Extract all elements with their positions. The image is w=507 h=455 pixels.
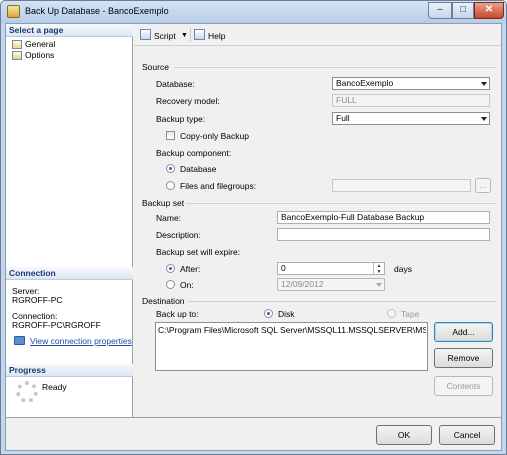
backup-component-label: Backup component: [156,148,232,158]
source-section-heading: Source [142,62,169,72]
expire-label: Backup set will expire: [156,247,241,257]
files-browse-button[interactable]: ... [475,178,491,193]
expire-after-radio[interactable] [166,264,175,273]
calendar-dropdown-icon [376,283,382,287]
window-title: Back Up Database - BancoExemplo [25,6,169,16]
script-icon[interactable] [140,29,151,40]
backup-database-window: Back Up Database - BancoExemplo – □ ✕ Se… [0,0,507,455]
database-select[interactable]: BancoExemplo [332,77,490,90]
tape-radio [387,309,396,318]
minimize-button[interactable]: – [428,2,452,19]
cancel-button[interactable]: Cancel [439,425,495,445]
backup-type-label: Backup type: [156,114,206,124]
expire-date-value: 12/09/2012 [281,279,324,289]
page-label: General [25,39,56,49]
backup-type-select[interactable]: Full [332,112,490,125]
copy-only-checkbox[interactable] [166,131,175,140]
view-connection-properties-link[interactable]: View connection properties [30,336,132,346]
progress-status: Ready [42,382,67,392]
after-days-stepper[interactable]: 0 ▲ ▼ [277,262,385,275]
chevron-down-icon [481,117,487,121]
destination-section-heading: Destination [142,296,185,306]
server-value: RGROFF-PC [12,295,63,305]
close-button[interactable]: ✕ [474,2,504,19]
add-destination-button[interactable]: Add... [434,322,493,342]
filegroups-field [332,179,471,192]
description-field[interactable] [277,228,490,241]
source-divider [174,67,496,68]
component-database-radio[interactable] [166,164,175,173]
help-icon[interactable] [194,29,205,40]
backup-name-field[interactable]: BancoExemplo-Full Database Backup [277,211,490,224]
progress-heading: Progress [6,364,133,377]
toolbar: Script ▼ Help [134,24,501,46]
page-item-options[interactable]: Options [12,50,54,61]
backup-type-value: Full [336,113,350,123]
progress-spinner-icon [16,381,38,403]
name-label: Name: [156,213,182,223]
expire-on-radio[interactable] [166,280,175,289]
destination-list-item[interactable]: C:\Program Files\Microsoft SQL Server\MS… [158,325,426,335]
page-label: Options [25,50,55,60]
database-label: Database: [156,79,195,89]
ok-button[interactable]: OK [376,425,432,445]
page-item-general[interactable]: General [12,39,55,50]
recovery-model-field: FULL [332,94,490,107]
help-button[interactable]: Help [208,31,225,41]
copy-only-label: Copy-only Backup [180,131,249,141]
disk-radio[interactable] [264,309,273,318]
left-pane: Select a page General Options Connection… [6,24,133,417]
toolbar-separator [190,28,191,42]
after-days-value: 0 [281,263,286,273]
script-dropdown-arrow-icon[interactable]: ▼ [181,32,188,39]
dialog-body: Select a page General Options Connection… [5,23,502,451]
description-label: Description: [156,230,201,240]
days-label: days [394,264,412,274]
page-icon [12,40,22,49]
component-files-label: Files and filegroups: [180,181,257,191]
dialog-footer: OK Cancel [6,417,501,450]
title-bar[interactable]: Back Up Database - BancoExemplo – □ ✕ [1,1,506,23]
component-database-label: Database [180,164,217,174]
remove-destination-button[interactable]: Remove [434,348,493,368]
stepper-arrows-icon[interactable]: ▲ ▼ [373,263,384,274]
recovery-model-label: Recovery model: [156,96,220,106]
page-icon [12,51,22,60]
on-label: On: [180,280,194,290]
connection-heading: Connection [6,267,133,280]
general-page: Script ▼ Help Source Database: BancoExem… [134,24,501,417]
after-label: After: [180,264,201,274]
database-icon [7,5,20,18]
connection-properties-icon [14,336,25,345]
destination-divider [188,301,496,302]
script-button[interactable]: Script [154,31,176,41]
disk-label: Disk [278,309,295,319]
component-files-radio[interactable] [166,181,175,190]
expire-date-picker: 12/09/2012 [277,278,385,291]
backup-set-divider [186,203,496,204]
backup-set-section-heading: Backup set [142,198,185,208]
chevron-down-icon [481,82,487,86]
tape-label: Tape [401,309,420,319]
connection-value: RGROFF-PC\RGROFF [12,320,101,330]
select-page-heading: Select a page [6,24,133,37]
maximize-button[interactable]: □ [452,2,474,19]
back-up-to-label: Back up to: [156,309,199,319]
destination-list[interactable]: C:\Program Files\Microsoft SQL Server\MS… [155,322,428,371]
contents-button: Contents [434,376,493,396]
database-select-value: BancoExemplo [336,78,394,88]
